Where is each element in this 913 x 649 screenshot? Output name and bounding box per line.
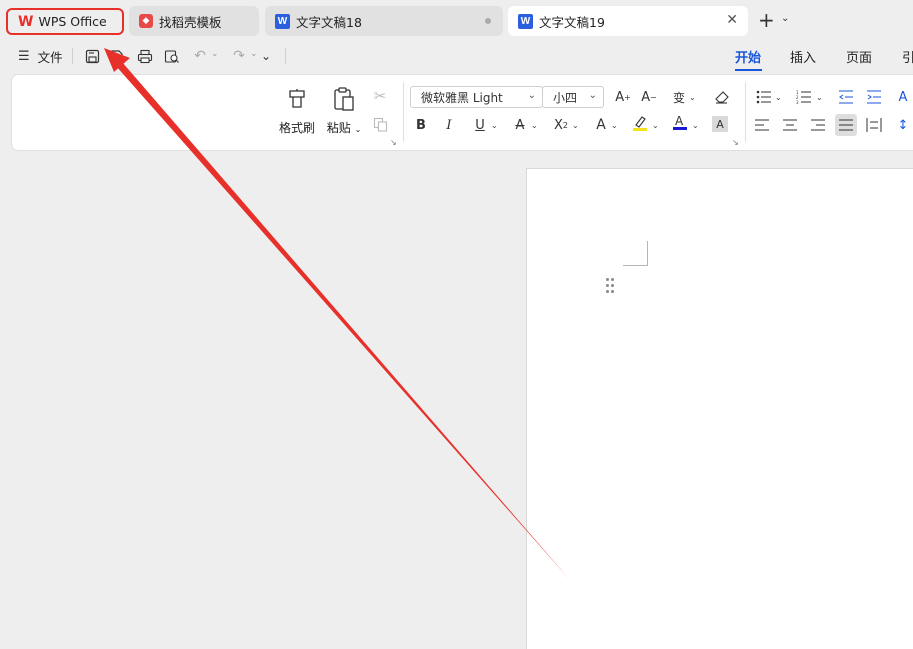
font-launcher-icon[interactable]: ↘ xyxy=(732,138,739,147)
copy-icon[interactable] xyxy=(371,115,389,133)
print-icon[interactable] xyxy=(135,46,155,66)
phonetic-guide-icon[interactable]: 变 xyxy=(670,88,688,106)
underline-icon[interactable]: U xyxy=(471,116,489,134)
tab-daoke-templates[interactable]: ◆ 找稻壳模板 xyxy=(129,6,259,36)
wps-logo-icon: W xyxy=(18,13,33,30)
export-pdf-icon[interactable] xyxy=(106,46,126,66)
bullet-list-icon[interactable] xyxy=(755,88,773,106)
superscript-icon[interactable]: X2 xyxy=(552,116,570,134)
paste-icon xyxy=(322,85,366,113)
chevron-down-icon: ⌄ xyxy=(588,90,597,101)
numbered-list-icon[interactable]: 123 xyxy=(795,88,813,106)
file-menu-button[interactable]: ☰ 文件 xyxy=(18,47,63,66)
distributed-align-icon[interactable] xyxy=(865,116,883,134)
divider xyxy=(403,82,404,142)
tab-home[interactable]: 开始 xyxy=(735,47,761,66)
writer-doc-icon: W xyxy=(518,13,533,29)
paste-label: 粘贴 ⌄ xyxy=(322,119,366,136)
tab-wps-office[interactable]: W WPS Office xyxy=(6,8,124,35)
justify-icon[interactable] xyxy=(835,114,857,136)
highlight-icon[interactable] xyxy=(631,114,649,132)
svg-text:3: 3 xyxy=(796,100,799,104)
print-preview-icon[interactable] xyxy=(162,46,182,66)
tab-label: WPS Office xyxy=(38,14,107,29)
tab-references[interactable]: 引 xyxy=(902,47,913,66)
divider xyxy=(745,82,746,142)
chevron-down-icon[interactable]: ⌄ xyxy=(816,93,823,102)
italic-icon[interactable]: I xyxy=(440,116,458,134)
font-name-value: 微软雅黑 Light xyxy=(421,90,503,105)
tab-page[interactable]: 页面 xyxy=(846,47,872,66)
font-size-value: 小四 xyxy=(553,90,578,105)
tab-label: 文字文稿19 xyxy=(539,14,605,30)
format-painter-label: 格式刷 xyxy=(278,121,315,135)
chevron-down-icon[interactable]: ⌄ xyxy=(689,93,696,102)
character-shading-icon[interactable]: A xyxy=(712,116,728,132)
increase-indent-icon[interactable] xyxy=(865,88,883,106)
text-direction-icon[interactable]: A xyxy=(894,88,912,106)
undo-icon[interactable]: ↶ xyxy=(190,46,210,66)
align-left-icon[interactable] xyxy=(753,116,771,134)
ribbon: 格式刷 粘贴 ⌄ ✂ ↘ 微软雅黑 Light ⌄ 小四 ⌄ A + A − 变 ⌄… xyxy=(12,75,913,150)
save-icon[interactable] xyxy=(82,46,102,66)
paragraph-drag-handle-icon[interactable] xyxy=(606,278,614,294)
divider xyxy=(285,48,286,64)
chevron-down-icon[interactable]: ⌄ xyxy=(611,121,618,130)
menu-bar: ☰ 文件 ↶ ⌄ ↷ ⌄ ⌄ 开始 插入 页面 引 xyxy=(0,40,913,72)
redo-icon[interactable]: ↷ xyxy=(229,46,249,66)
menu-icon: ☰ xyxy=(18,49,30,64)
tab-document-18[interactable]: W 文字文稿18 xyxy=(265,6,503,36)
cut-icon[interactable]: ✂ xyxy=(371,87,389,105)
tab-label: 文字文稿18 xyxy=(296,14,362,30)
text-effect-icon[interactable]: A xyxy=(592,116,610,134)
chevron-down-icon[interactable]: ⌄ xyxy=(211,49,219,59)
strikethrough-icon[interactable]: A xyxy=(511,116,529,134)
decrease-font-size-icon[interactable]: A − xyxy=(640,88,658,106)
tab-insert[interactable]: 插入 xyxy=(790,47,816,66)
tab-bar: W WPS Office ◆ 找稻壳模板 W 文字文稿18 W 文字文稿19 ✕… xyxy=(0,0,913,40)
writer-doc-icon: W xyxy=(275,13,290,29)
svg-text:A: A xyxy=(675,114,684,128)
tab-label: 找稻壳模板 xyxy=(159,14,222,30)
chevron-down-icon[interactable]: ⌄ xyxy=(355,125,362,134)
paste-label-text: 粘贴 xyxy=(326,121,351,135)
font-size-select[interactable]: 小四 ⌄ xyxy=(542,86,604,108)
font-name-select[interactable]: 微软雅黑 Light ⌄ xyxy=(410,86,543,108)
chevron-down-icon[interactable]: ⌄ xyxy=(572,121,579,130)
bold-icon[interactable]: B xyxy=(412,116,430,134)
line-spacing-icon[interactable]: ↕ xyxy=(894,116,912,134)
chevron-down-icon[interactable]: ⌄ xyxy=(775,93,782,102)
daoke-logo-icon: ◆ xyxy=(139,14,153,28)
clipboard-launcher-icon[interactable]: ↘ xyxy=(390,138,397,147)
font-color-icon[interactable]: A xyxy=(671,113,689,131)
divider xyxy=(72,48,73,64)
file-menu-label: 文件 xyxy=(37,50,63,65)
margin-corner-mark xyxy=(623,241,648,266)
format-painter-button[interactable]: 格式刷 xyxy=(275,85,319,136)
close-icon[interactable]: ✕ xyxy=(726,12,738,28)
chevron-down-icon[interactable]: ⌄ xyxy=(491,121,498,130)
tab-document-19[interactable]: W 文字文稿19 ✕ xyxy=(508,6,748,36)
decrease-indent-icon[interactable] xyxy=(837,88,855,106)
align-center-icon[interactable] xyxy=(781,116,799,134)
document-page[interactable] xyxy=(527,169,913,649)
clear-format-icon[interactable] xyxy=(712,88,730,106)
paste-button[interactable]: 粘贴 ⌄ xyxy=(322,85,366,136)
new-tab-button[interactable]: + xyxy=(758,10,775,30)
customize-toolbar-icon[interactable]: ⌄ xyxy=(256,46,276,66)
chevron-down-icon[interactable]: ⌄ xyxy=(531,121,538,130)
increase-font-size-icon[interactable]: A + xyxy=(614,88,632,106)
chevron-down-icon[interactable]: ⌄ xyxy=(781,13,789,24)
unsaved-dot-icon xyxy=(485,18,491,24)
active-tab-underline xyxy=(735,69,762,71)
chevron-down-icon[interactable]: ⌄ xyxy=(652,121,659,130)
chevron-down-icon: ⌄ xyxy=(527,90,536,101)
align-right-icon[interactable] xyxy=(809,116,827,134)
chevron-down-icon[interactable]: ⌄ xyxy=(692,121,699,130)
format-painter-icon xyxy=(275,85,319,113)
